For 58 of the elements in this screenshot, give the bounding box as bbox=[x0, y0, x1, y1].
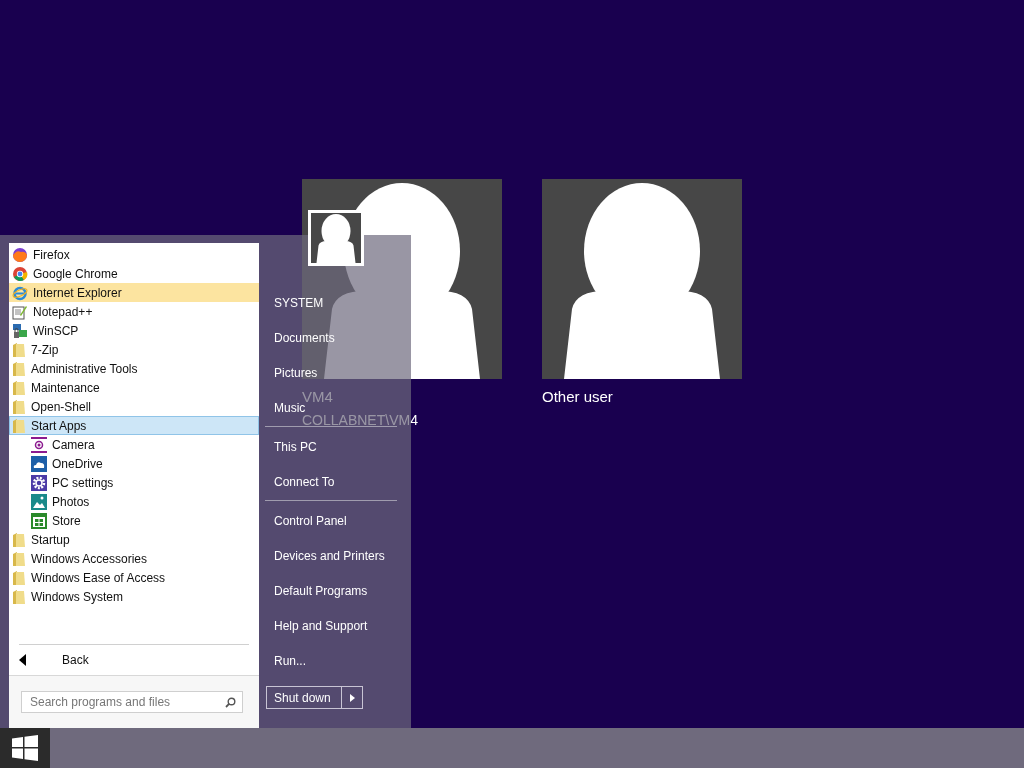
program-item[interactable]: Windows Ease of Access bbox=[9, 568, 259, 587]
search-icon bbox=[225, 696, 236, 708]
program-item[interactable]: Open-Shell bbox=[9, 397, 259, 416]
arrow-right-icon bbox=[349, 693, 355, 702]
program-item[interactable]: Windows System bbox=[9, 587, 259, 606]
fox-globe-icon bbox=[12, 246, 28, 263]
place-link[interactable]: Run... bbox=[274, 651, 306, 670]
program-item[interactable]: Startup bbox=[9, 530, 259, 549]
program-item[interactable]: Store bbox=[9, 511, 259, 530]
program-item[interactable]: PC settings bbox=[9, 473, 259, 492]
folder-icon bbox=[12, 379, 26, 396]
place-link[interactable]: Pictures bbox=[274, 363, 318, 382]
folder-icon bbox=[12, 398, 26, 415]
place-link[interactable]: Connect To bbox=[274, 472, 335, 491]
program-item[interactable]: Administrative Tools bbox=[9, 359, 259, 378]
folder-icon bbox=[12, 360, 26, 377]
globe-ring-icon bbox=[12, 284, 28, 301]
folder-icon bbox=[12, 341, 26, 358]
folder-icon bbox=[12, 417, 26, 434]
program-item[interactable]: Windows Accessories bbox=[9, 549, 259, 568]
place-link[interactable]: Documents bbox=[274, 328, 335, 347]
back-arrow-icon bbox=[19, 654, 26, 666]
user-name: Other user bbox=[542, 387, 613, 407]
shutdown-button[interactable]: Shut down bbox=[266, 686, 363, 709]
program-item[interactable]: Notepad++ bbox=[9, 302, 259, 321]
gear-icon bbox=[31, 474, 47, 491]
folder-icon bbox=[12, 569, 26, 586]
program-item[interactable]: Camera bbox=[9, 435, 259, 454]
back-button[interactable]: Back bbox=[9, 645, 259, 675]
notepad-icon bbox=[12, 303, 28, 320]
program-item[interactable]: WinSCP bbox=[9, 321, 259, 340]
program-item[interactable]: Internet Explorer bbox=[9, 283, 259, 302]
folder-icon bbox=[12, 550, 26, 567]
place-link[interactable]: SYSTEM bbox=[274, 293, 324, 312]
place-link[interactable]: Default Programs bbox=[274, 581, 368, 600]
folder-icon bbox=[12, 531, 26, 548]
place-link[interactable]: Devices and Printers bbox=[274, 546, 385, 565]
camera-icon bbox=[31, 436, 47, 453]
search-field[interactable]: Search programs and files bbox=[21, 691, 243, 713]
program-item[interactable]: Start Apps bbox=[9, 416, 259, 435]
user-tile[interactable] bbox=[542, 179, 742, 379]
program-item[interactable]: Photos bbox=[9, 492, 259, 511]
cloud-icon bbox=[31, 455, 47, 472]
chrome-icon bbox=[12, 265, 28, 282]
program-item[interactable]: Google Chrome bbox=[9, 264, 259, 283]
photo-icon bbox=[31, 493, 47, 510]
place-link[interactable]: This PC bbox=[274, 437, 317, 456]
start-button[interactable] bbox=[0, 728, 50, 768]
place-link[interactable]: Help and Support bbox=[274, 616, 368, 635]
place-link[interactable]: Control Panel bbox=[274, 511, 347, 530]
user-name: VM4 bbox=[302, 387, 333, 405]
windows-logo-icon bbox=[12, 735, 38, 761]
program-item[interactable]: Maintenance bbox=[9, 378, 259, 397]
program-item[interactable]: OneDrive bbox=[9, 454, 259, 473]
lock-computer-icon bbox=[12, 322, 28, 339]
program-item[interactable]: 7-Zip bbox=[9, 340, 259, 359]
folder-icon bbox=[12, 588, 26, 605]
program-item[interactable]: Firefox bbox=[9, 245, 259, 264]
